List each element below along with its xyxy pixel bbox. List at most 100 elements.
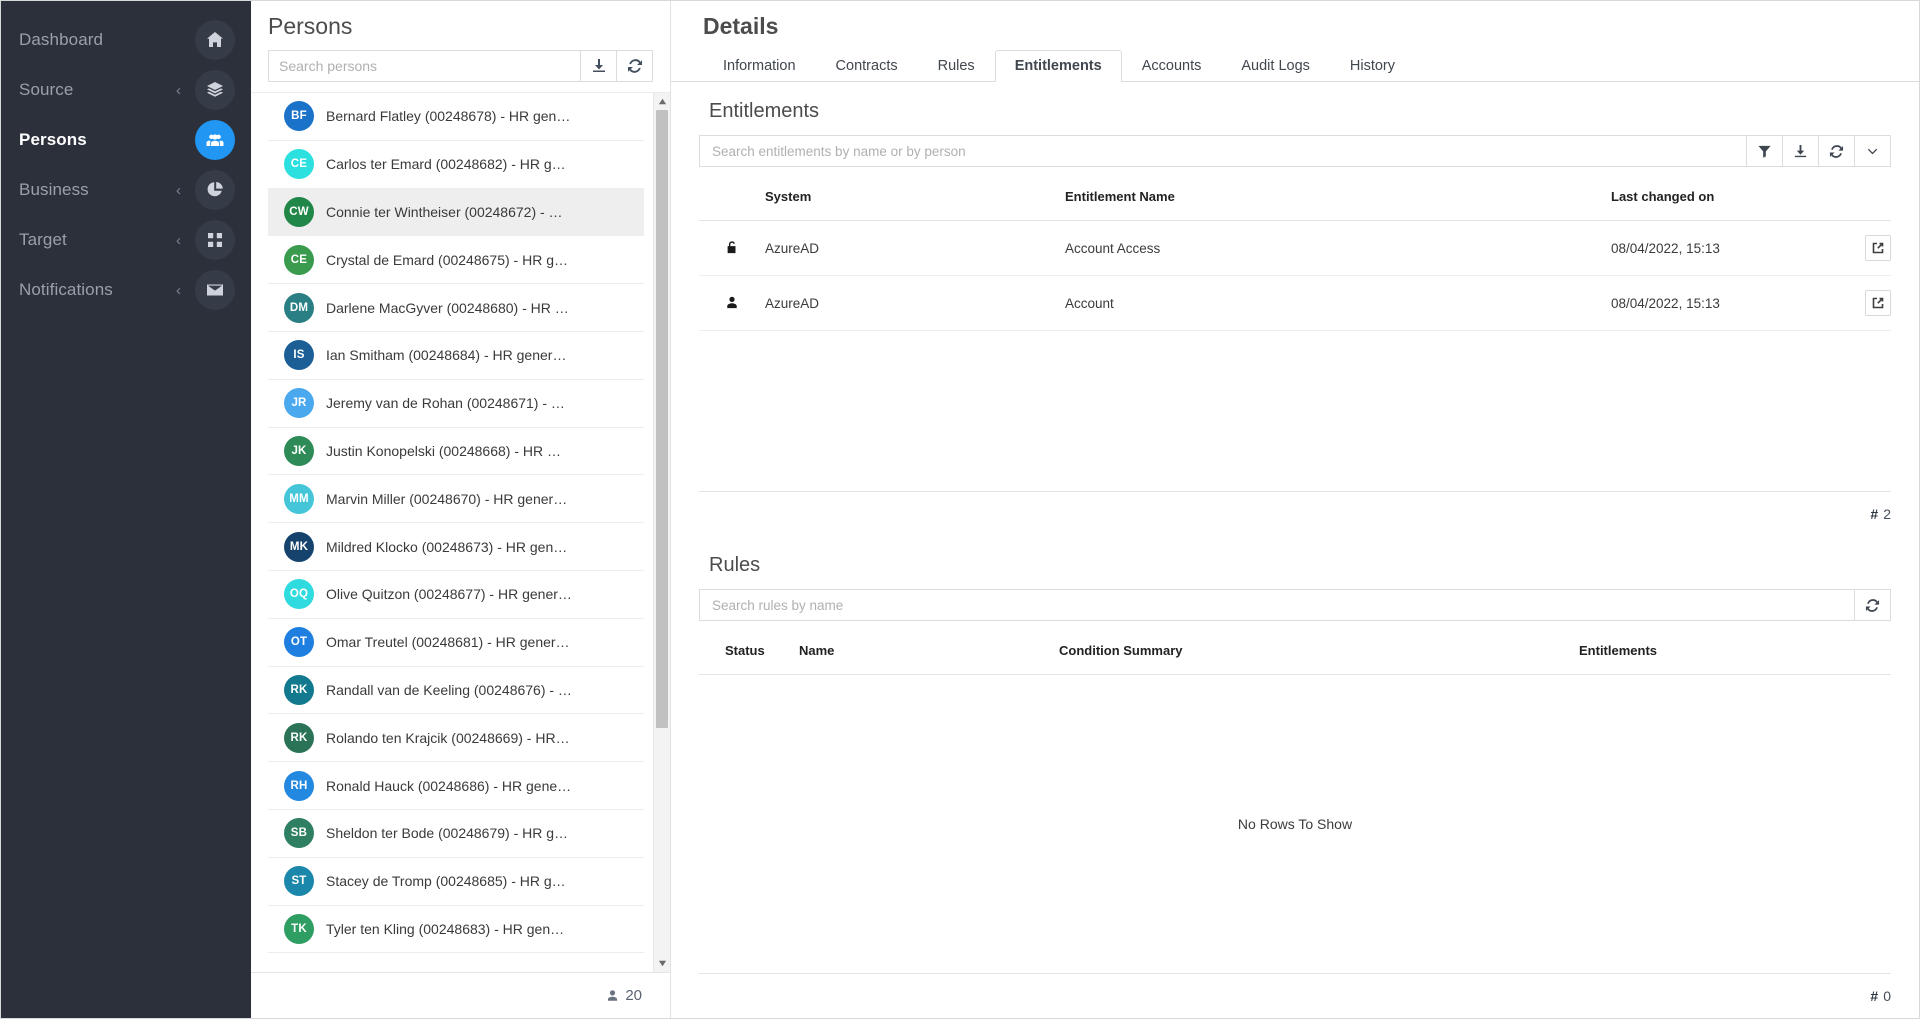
person-list-item[interactable]: IS Ian Smitham (00248684) - HR gener… [268, 331, 644, 380]
entitlements-footer: # 2 [699, 491, 1891, 536]
scroll-up-button[interactable] [654, 93, 670, 110]
person-list-item[interactable]: JK Justin Konopelski (00248668) - HR … [268, 427, 644, 476]
entitlements-search-input[interactable]: Search entitlements by name or by person [700, 136, 1746, 166]
person-list-item[interactable]: JR Jeremy van de Rohan (00248671) - … [268, 379, 644, 428]
rules-search-placeholder: Search rules by name [712, 597, 844, 613]
people-icon-bubble[interactable] [195, 120, 235, 160]
sidebar-item-persons[interactable]: Persons [1, 115, 251, 165]
person-list-item[interactable]: OQ Olive Quitzon (00248677) - HR gener… [268, 570, 644, 619]
persons-search-input[interactable]: Search persons [268, 50, 581, 82]
persons-list-scrollbar[interactable] [653, 93, 670, 972]
pie-chart-icon-bubble[interactable] [195, 170, 235, 210]
tab-contracts[interactable]: Contracts [816, 50, 918, 82]
rules-col-entitlements[interactable]: Entitlements [1579, 621, 1891, 675]
scrollbar-thumb[interactable] [656, 110, 668, 728]
download-icon [592, 59, 605, 72]
entitlements-download-button[interactable] [1782, 136, 1818, 166]
tab-audit-logs[interactable]: Audit Logs [1221, 50, 1330, 82]
grid-icon-bubble[interactable] [195, 220, 235, 260]
rules-col-name[interactable]: Name [799, 621, 1059, 675]
sidebar-item-notifications[interactable]: Notifications ‹ [1, 265, 251, 315]
sidebar-item-dashboard[interactable]: Dashboard [1, 15, 251, 65]
open-external-button[interactable] [1865, 235, 1891, 261]
envelope-icon-bubble[interactable] [195, 270, 235, 310]
tab-accounts[interactable]: Accounts [1122, 50, 1222, 82]
application-window: Dashboard Source ‹ Persons Business ‹ Target… [0, 0, 1920, 1019]
person-list-item[interactable]: RK Randall van de Keeling (00248676) - … [268, 666, 644, 715]
person-list-item[interactable]: RH Ronald Hauck (00248686) - HR gene… [268, 762, 644, 810]
sidebar-item-business[interactable]: Business ‹ [1, 165, 251, 215]
home-icon-bubble[interactable] [195, 20, 235, 60]
grid-icon [208, 233, 222, 247]
sidebar-item-label: Business [19, 180, 89, 199]
rules-search-input[interactable]: Search rules by name [700, 590, 1854, 620]
person-list-item[interactable]: SB Sheldon ter Bode (00248679) - HR g… [268, 809, 644, 858]
entitlements-table-row[interactable]: AzureAD Account 08/04/2022, 15:13 [699, 275, 1891, 331]
rules-count-prefix: # [1870, 988, 1879, 1004]
person-name-label: Randall van de Keeling (00248676) - … [326, 681, 572, 698]
person-list-item[interactable]: BF Bernard Flatley (00248678) - HR gen… [268, 93, 644, 141]
tab-entitlements[interactable]: Entitlements [994, 50, 1122, 82]
person-name-label: Stacey de Tromp (00248685) - HR g… [326, 873, 566, 890]
person-name-label: Connie ter Wintheiser (00248672) - … [326, 203, 563, 220]
rules-col-condition[interactable]: Condition Summary [1059, 621, 1579, 675]
entitlements-table-row[interactable]: AzureAD Account Access 08/04/2022, 15:13 [699, 220, 1891, 276]
person-list-item[interactable]: MK Mildred Klocko (00248673) - HR gen… [268, 523, 644, 571]
avatar: OQ [284, 579, 314, 610]
open-external-button[interactable] [1865, 290, 1891, 316]
avatar: ST [284, 866, 314, 897]
rules-refresh-button[interactable] [1854, 590, 1890, 620]
sidebar-item-source[interactable]: Source ‹ [1, 65, 251, 115]
persons-list: BF Bernard Flatley (00248678) - HR gen… CE… [268, 93, 644, 972]
scroll-down-button[interactable] [654, 955, 670, 972]
persons-download-button[interactable] [581, 50, 617, 82]
chevron-left-icon[interactable]: ‹ [176, 283, 181, 298]
entitlements-col-icon [699, 167, 765, 221]
avatar: DM [284, 292, 314, 323]
sidebar-item-target[interactable]: Target ‹ [1, 215, 251, 265]
chevron-left-icon[interactable]: ‹ [176, 83, 181, 98]
person-list-item[interactable]: MM Marvin Miller (00248670) - HR gener… [268, 475, 644, 524]
layers-icon [207, 82, 223, 97]
entitlements-col-name[interactable]: Entitlement Name [1065, 167, 1611, 221]
person-name-label: Jeremy van de Rohan (00248671) - … [326, 395, 565, 412]
person-list-item[interactable]: TK Tyler ten Kling (00248683) - HR gen… [268, 905, 644, 954]
chevron-left-icon[interactable]: ‹ [176, 233, 181, 248]
persons-refresh-button[interactable] [617, 50, 653, 82]
entitlements-refresh-button[interactable] [1818, 136, 1854, 166]
person-list-item[interactable]: ST Stacey de Tromp (00248685) - HR g… [268, 857, 644, 906]
person-list-item[interactable]: CE Carlos ter Emard (00248682) - HR g… [268, 140, 644, 189]
open-external-icon [1872, 297, 1884, 309]
entitlements-search-placeholder: Search entitlements by name or by person [712, 143, 966, 159]
avatar: MM [284, 483, 314, 514]
sidebar-item-label: Dashboard [19, 30, 104, 49]
entitlements-expand-button[interactable] [1854, 136, 1890, 166]
entitlements-col-date[interactable]: Last changed on [1611, 167, 1831, 221]
person-list-item[interactable]: DM Darlene MacGyver (00248680) - HR … [268, 284, 644, 332]
chevron-left-icon[interactable]: ‹ [176, 183, 181, 198]
tab-information[interactable]: Information [703, 50, 816, 82]
entitlements-count-prefix: # [1870, 506, 1879, 522]
rules-col-status[interactable]: Status [699, 621, 799, 675]
avatar: JR [284, 388, 314, 419]
download-icon [1794, 144, 1807, 157]
entitlements-col-action [1831, 167, 1891, 221]
tab-rules[interactable]: Rules [918, 50, 995, 82]
entitlement-changed: 08/04/2022, 15:13 [1611, 275, 1831, 331]
avatar: CW [284, 196, 314, 227]
person-list-item[interactable]: OT Omar Treutel (00248681) - HR gener… [268, 618, 644, 667]
person-list-item[interactable]: CE Crystal de Emard (00248675) - HR g… [268, 236, 644, 285]
person-name-label: Crystal de Emard (00248675) - HR g… [326, 251, 568, 268]
entitlements-col-system[interactable]: System [765, 167, 1065, 221]
layers-icon-bubble[interactable] [195, 70, 235, 110]
unlock-icon [727, 240, 736, 253]
people-icon [206, 134, 224, 146]
person-list-item[interactable]: CW Connie ter Wintheiser (00248672) - … [268, 188, 644, 237]
person-list-item[interactable]: RK Rolando ten Krajcik (00248669) - HR… [268, 714, 644, 763]
person-name-label: Sheldon ter Bode (00248679) - HR g… [326, 825, 569, 842]
sidebar-item-label: Source [19, 80, 74, 99]
sidebar-item-label: Notifications [19, 280, 113, 299]
tab-history[interactable]: History [1330, 50, 1415, 82]
entitlements-filter-button[interactable] [1746, 136, 1782, 166]
person-name-label: Justin Konopelski (00248668) - HR … [326, 442, 562, 459]
